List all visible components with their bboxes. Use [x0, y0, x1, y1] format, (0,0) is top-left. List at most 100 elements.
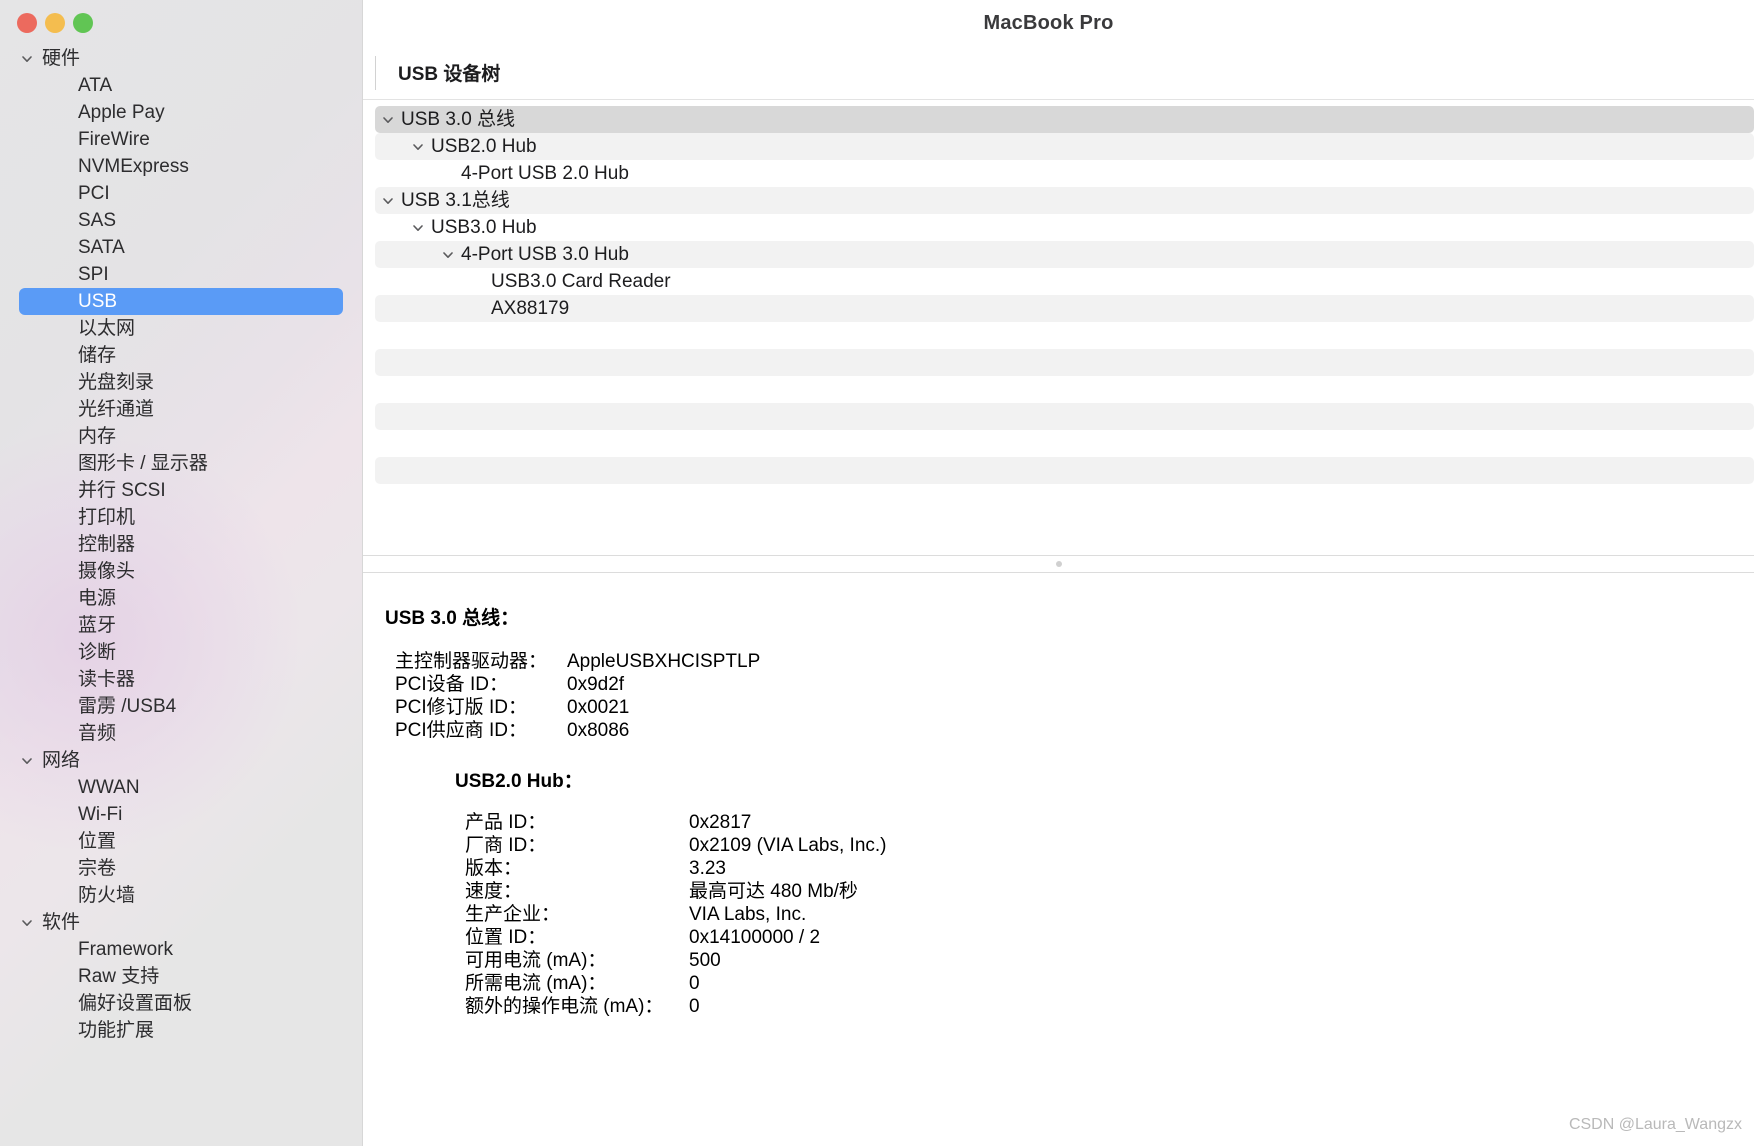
tree-row-empty: [375, 322, 1754, 349]
sidebar-item-36[interactable]: 功能扩展: [0, 1017, 362, 1044]
tree-column-header: USB 设备树: [363, 46, 1754, 100]
sidebar-item-10[interactable]: 以太网: [0, 315, 362, 342]
detail-title: USB 3.0 总线：: [385, 608, 520, 629]
close-button[interactable]: [17, 13, 37, 33]
chevron-down-icon[interactable]: [20, 916, 42, 930]
sidebar-item-25[interactable]: 音频: [0, 720, 362, 747]
sidebar-item-23[interactable]: 读卡器: [0, 666, 362, 693]
property-row: PCI供应商 ID： 0x8086: [363, 719, 1754, 742]
property-value: 0x2817: [689, 812, 752, 833]
sidebar-item-label: 位置: [78, 831, 117, 852]
sidebar-item-34[interactable]: Raw 支持: [0, 963, 362, 990]
sidebar-item-5[interactable]: PCI: [0, 180, 362, 207]
sidebar-item-1[interactable]: ATA: [0, 72, 362, 99]
tree-row[interactable]: 4-Port USB 2.0 Hub: [375, 160, 1754, 187]
sidebar-item-22[interactable]: 诊断: [0, 639, 362, 666]
chevron-down-icon[interactable]: [435, 248, 461, 262]
chevron-down-icon[interactable]: [375, 113, 401, 127]
property-row: 额外的操作电流 (mA)： 0: [363, 995, 1754, 1018]
sidebar-item-label: SPI: [78, 264, 109, 285]
sidebar-item-label: 电源: [78, 588, 117, 609]
sidebar-item-17[interactable]: 打印机: [0, 504, 362, 531]
property-row: 速度： 最高可达 480 Mb/秒: [363, 880, 1754, 903]
property-value: 0x2109 (VIA Labs, Inc.): [689, 835, 887, 856]
usb-device-tree: USB 3.0 总线 USB2.0 Hub 4-Port USB 2.0 Hub US…: [363, 100, 1754, 555]
sidebar-item-31[interactable]: 防火墙: [0, 882, 362, 909]
sidebar-item-label: 并行 SCSI: [78, 480, 166, 501]
tree-row-label: USB3.0 Card Reader: [491, 271, 671, 292]
sidebar-item-19[interactable]: 摄像头: [0, 558, 362, 585]
sidebar-item-26[interactable]: 网络: [0, 747, 362, 774]
sidebar-item-label: 偏好设置面板: [78, 993, 193, 1014]
minimize-button[interactable]: [45, 13, 65, 33]
tree-row-empty: [375, 349, 1754, 376]
sidebar-item-24[interactable]: 雷雳 /USB4: [0, 693, 362, 720]
sidebar-item-11[interactable]: 储存: [0, 342, 362, 369]
tree-row[interactable]: 4-Port USB 3.0 Hub: [375, 241, 1754, 268]
sidebar-item-27[interactable]: WWAN: [0, 774, 362, 801]
splitter-handle-dot: [1055, 561, 1062, 567]
chevron-down-icon[interactable]: [405, 221, 431, 235]
property-key: 额外的操作电流 (mA)：: [465, 996, 664, 1017]
tree-row[interactable]: AX88179: [375, 295, 1754, 322]
sidebar-item-label: NVMExpress: [78, 156, 189, 177]
sidebar-item-29[interactable]: 位置: [0, 828, 362, 855]
property-key: 版本：: [465, 858, 523, 879]
sidebar-item-label: Raw 支持: [78, 966, 160, 987]
sidebar-item-7[interactable]: SATA: [0, 234, 362, 261]
sidebar-item-label: 蓝牙: [78, 615, 117, 636]
sidebar-item-3[interactable]: FireWire: [0, 126, 362, 153]
sidebar: 硬件 ATA Apple Pay FireWire NVMExpress PCI SAS SA…: [0, 0, 362, 1146]
tree-row[interactable]: USB3.0 Hub: [375, 214, 1754, 241]
sidebar-item-14[interactable]: 内存: [0, 423, 362, 450]
sidebar-item-label: 软件: [42, 912, 81, 933]
property-row: 产品 ID： 0x2817: [363, 811, 1754, 834]
tree-row[interactable]: USB3.0 Card Reader: [375, 268, 1754, 295]
tree-row-label: USB 3.0 总线: [401, 109, 516, 130]
chevron-down-icon[interactable]: [20, 754, 42, 768]
property-value: 0x14100000 / 2: [689, 927, 821, 948]
sidebar-item-label: USB: [78, 291, 118, 312]
property-key: 主控制器驱动器：: [395, 651, 548, 672]
sidebar-item-13[interactable]: 光纤通道: [0, 396, 362, 423]
sidebar-item-30[interactable]: 宗卷: [0, 855, 362, 882]
chevron-down-icon[interactable]: [20, 52, 42, 66]
sidebar-item-label: FireWire: [78, 129, 150, 150]
sidebar-item-33[interactable]: Framework: [0, 936, 362, 963]
sidebar-item-35[interactable]: 偏好设置面板: [0, 990, 362, 1017]
property-row: 厂商 ID： 0x2109 (VIA Labs, Inc.): [363, 834, 1754, 857]
sidebar-item-label: 以太网: [78, 318, 136, 339]
tree-row[interactable]: USB 3.0 总线: [375, 106, 1754, 133]
sidebar-item-21[interactable]: 蓝牙: [0, 612, 362, 639]
property-row: PCI修订版 ID： 0x0021: [363, 696, 1754, 719]
sidebar-item-28[interactable]: Wi-Fi: [0, 801, 362, 828]
property-key: 位置 ID：: [465, 927, 547, 948]
sidebar-item-4[interactable]: NVMExpress: [0, 153, 362, 180]
tree-row[interactable]: USB 3.1总线: [375, 187, 1754, 214]
sidebar-item-label: 功能扩展: [78, 1020, 155, 1041]
maximize-button[interactable]: [73, 13, 93, 33]
chevron-down-icon[interactable]: [375, 194, 401, 208]
sidebar-item-16[interactable]: 并行 SCSI: [0, 477, 362, 504]
sidebar-item-9[interactable]: USB: [19, 288, 343, 315]
sidebar-item-20[interactable]: 电源: [0, 585, 362, 612]
chevron-down-icon[interactable]: [405, 140, 431, 154]
tree-row[interactable]: USB2.0 Hub: [375, 133, 1754, 160]
property-value: 0x8086: [567, 720, 630, 741]
sidebar-item-12[interactable]: 光盘刻录: [0, 369, 362, 396]
sidebar-item-6[interactable]: SAS: [0, 207, 362, 234]
tree-row-label: 4-Port USB 2.0 Hub: [461, 163, 629, 184]
tree-row-label: AX88179: [491, 298, 570, 319]
sidebar-item-8[interactable]: SPI: [0, 261, 362, 288]
sidebar-item-0[interactable]: 硬件: [0, 45, 362, 72]
sidebar-item-label: Apple Pay: [78, 102, 165, 123]
sidebar-item-label: 雷雳 /USB4: [78, 696, 177, 717]
pane-splitter[interactable]: [363, 555, 1754, 573]
sidebar-item-label: 宗卷: [78, 858, 117, 879]
property-row: 位置 ID： 0x14100000 / 2: [363, 926, 1754, 949]
sidebar-item-32[interactable]: 软件: [0, 909, 362, 936]
sidebar-item-15[interactable]: 图形卡 / 显示器: [0, 450, 362, 477]
tree-row-empty: [375, 403, 1754, 430]
sidebar-item-18[interactable]: 控制器: [0, 531, 362, 558]
sidebar-item-2[interactable]: Apple Pay: [0, 99, 362, 126]
